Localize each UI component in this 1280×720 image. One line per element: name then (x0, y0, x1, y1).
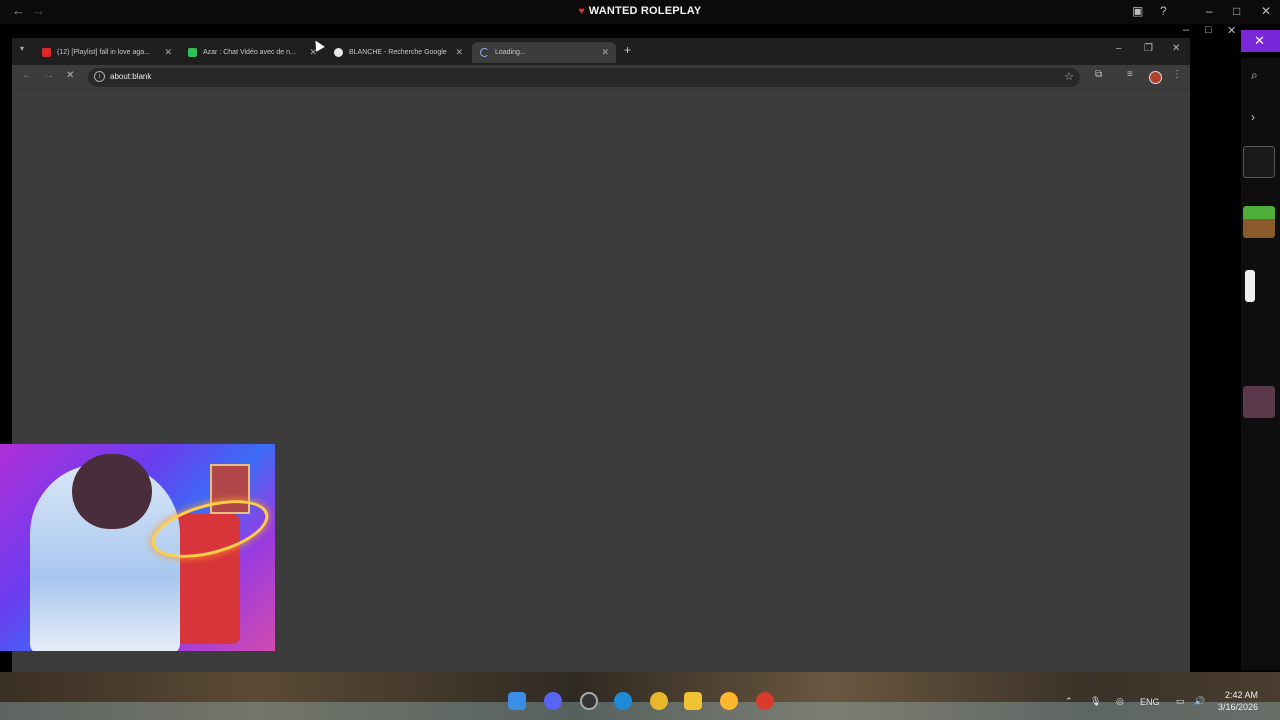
loading-spinner-icon (480, 48, 489, 57)
maximize-icon[interactable]: □ (1233, 4, 1240, 18)
close-icon: ✕ (1254, 33, 1265, 48)
chrome-canary-icon[interactable] (720, 692, 738, 710)
edge-icon[interactable] (614, 692, 632, 710)
file-explorer-icon[interactable] (684, 692, 702, 710)
search-icon[interactable]: ⌕ (1251, 68, 1258, 83)
azar-favicon-icon (188, 48, 197, 57)
launcher-title: ♥ WANTED ROLEPLAY (578, 5, 702, 17)
clock-time: 2:42 AM (1225, 690, 1259, 700)
back-icon[interactable]: ← (22, 70, 32, 81)
tab-label: (12) [Playlist] fall in love aga... (57, 49, 150, 56)
browser-close-icon[interactable]: ✕ (1172, 43, 1180, 54)
minimize-icon[interactable]: – (1206, 4, 1213, 18)
microphone-icon[interactable]: 🎙 (1090, 696, 1101, 707)
game-thumbnail-icon[interactable] (1243, 386, 1275, 418)
gta-game-icon[interactable] (1243, 146, 1275, 178)
new-tab-button[interactable]: + (624, 43, 631, 57)
browser-restore-icon[interactable]: ❐ (1144, 43, 1153, 54)
close-icon[interactable]: ✕ (1261, 4, 1271, 18)
google-favicon-icon (334, 48, 343, 57)
launcher-title-bar: ← → ♥ WANTED ROLEPLAY ▣ ? – □ ✕ (0, 0, 1280, 24)
steam-icon[interactable] (580, 692, 598, 710)
screen: ← → ♥ WANTED ROLEPLAY ▣ ? – □ ✕ – □ ✕ ▾ (… (0, 0, 1280, 720)
tab-azar[interactable]: Azar : Chat Vidéo avec de n... ✕ (180, 42, 324, 63)
inner-minimize-icon[interactable]: – (1183, 24, 1189, 36)
clock-date: 3/16/2026 (1218, 702, 1259, 712)
browser-minimize-icon[interactable]: – (1116, 43, 1122, 54)
tab-loading[interactable]: Loading... ✕ (472, 42, 616, 63)
tab-strip: ▾ (12) [Playlist] fall in love aga... ✕ … (12, 38, 1190, 65)
white-app-icon[interactable] (1245, 270, 1255, 302)
tray-overflow-icon[interactable]: ⌃ (1065, 696, 1073, 707)
tab-playlist[interactable]: (12) [Playlist] fall in love aga... ✕ (34, 42, 179, 63)
tab-label: BLANCHE - Recherche Google (349, 49, 447, 56)
tab-close-icon[interactable]: ✕ (601, 42, 609, 63)
taskbar-clock[interactable]: 2:42 AM 3/16/2026 (1218, 689, 1258, 713)
chrome-profile-icon[interactable] (756, 692, 774, 710)
tab-close-icon[interactable]: ✕ (455, 42, 463, 63)
windows-taskbar: ⌃ 🎙 ◎ ENG ▭ 🔊 (0, 672, 1280, 720)
volume-icon[interactable]: 🔊 (1194, 696, 1205, 707)
address-bar[interactable]: i about:blank ☆ (88, 68, 1080, 87)
inner-close-icon[interactable]: ✕ (1227, 24, 1236, 37)
forward-icon[interactable]: → (44, 70, 54, 81)
tab-google-search[interactable]: BLANCHE - Recherche Google ✕ (326, 42, 470, 63)
discord-icon[interactable] (544, 692, 562, 710)
minecraft-game-icon[interactable] (1243, 206, 1275, 238)
tab-close-icon[interactable]: ✕ (164, 42, 172, 63)
browser-toolbar: ← → ✕ i about:blank ☆ ⧉ ≡ ⋮ (12, 65, 1190, 90)
webcam-overlay (0, 444, 275, 651)
media-controls-icon[interactable]: ≡ (1127, 69, 1133, 80)
cast-icon[interactable]: ▣ (1132, 4, 1143, 18)
streamer-head (72, 454, 152, 529)
chrome-icon[interactable] (650, 692, 668, 710)
side-panel-close-button[interactable]: ✕ (1241, 30, 1280, 52)
display-icon[interactable]: ▭ (1176, 696, 1185, 707)
profile-avatar[interactable] (1149, 71, 1162, 84)
menu-kebab-icon[interactable]: ⋮ (1172, 69, 1182, 80)
youtube-favicon-icon (42, 48, 51, 57)
stop-loading-icon[interactable]: ✕ (66, 70, 74, 81)
network-icon[interactable]: ◎ (1116, 696, 1124, 707)
language-indicator[interactable]: ENG (1140, 697, 1160, 707)
tab-label: Loading... (495, 49, 526, 56)
windows-start-icon[interactable] (508, 692, 526, 710)
help-icon[interactable]: ? (1160, 4, 1167, 18)
tab-search-chevron-icon[interactable]: ▾ (20, 44, 24, 53)
taskbar-strip (0, 702, 1280, 720)
inner-maximize-icon[interactable]: □ (1205, 24, 1212, 36)
url-text[interactable]: about:blank (110, 72, 151, 81)
chevron-right-icon[interactable]: › (1251, 110, 1255, 124)
extensions-icon[interactable]: ⧉ (1095, 69, 1102, 80)
site-info-icon[interactable]: i (94, 71, 105, 82)
wanted-logo-icon: ♥ (578, 6, 585, 17)
launcher-side-panel: ⌕ › (1241, 58, 1280, 670)
bookmark-star-icon[interactable]: ☆ (1064, 70, 1074, 83)
tab-label: Azar : Chat Vidéo avec de n... (203, 49, 296, 56)
